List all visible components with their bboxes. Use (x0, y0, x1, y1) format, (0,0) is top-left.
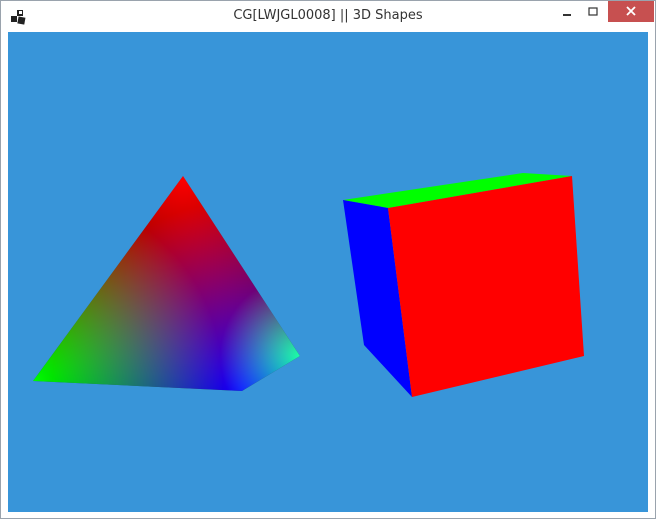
title-bar[interactable]: CG[LWJGL0008] || 3D Shapes (1, 1, 655, 32)
close-button[interactable] (608, 1, 654, 22)
minimize-button[interactable] (554, 1, 580, 22)
close-icon (625, 2, 637, 21)
scene-svg (8, 32, 648, 512)
maximize-button[interactable] (580, 1, 606, 22)
opengl-canvas[interactable] (8, 32, 648, 512)
app-window: CG[LWJGL0008] || 3D Shapes (0, 0, 656, 519)
minimize-icon (562, 2, 572, 21)
maximize-icon (588, 2, 598, 21)
